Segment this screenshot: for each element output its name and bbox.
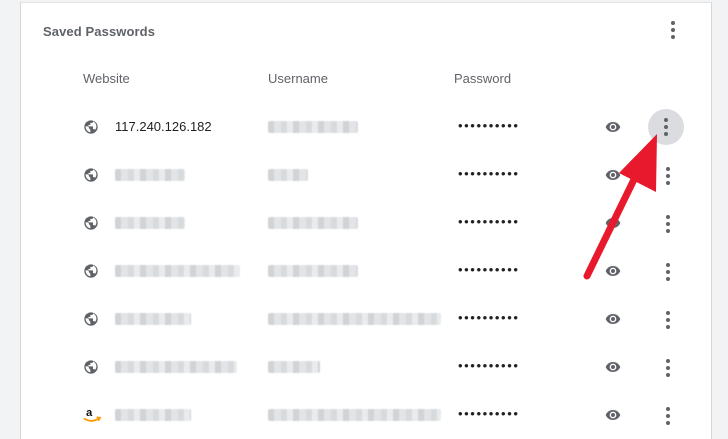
column-header-website: Website [83,71,130,86]
username-redacted [268,169,308,181]
username-redacted [268,217,358,229]
password-mask: •••••••••• [458,118,520,133]
amazon-icon: a [83,407,101,422]
username-redacted [268,265,358,277]
show-password-icon[interactable] [603,311,623,327]
more-vert-icon [666,166,670,187]
username-redacted [268,121,358,133]
row-website: 117.240.126.182 [115,119,212,134]
section-more-actions-button[interactable] [662,19,684,41]
globe-icon [84,312,98,326]
password-mask: •••••••••• [458,358,520,373]
website-redacted [115,169,185,181]
password-row: •••••••••• [20,247,710,295]
show-password-icon[interactable] [603,167,623,183]
show-password-icon[interactable] [603,407,623,423]
password-mask: •••••••••• [458,262,520,277]
globe-icon [84,264,98,278]
username-redacted [268,409,441,421]
username-redacted [268,361,320,373]
row-more-actions-button[interactable] [653,353,683,383]
section-title: Saved Passwords [43,24,156,39]
globe-icon [84,168,98,182]
show-password-icon[interactable] [603,359,623,375]
password-row: •••••••••• [20,295,710,343]
row-more-actions-button[interactable] [648,109,684,145]
username-redacted [268,313,441,325]
password-mask: •••••••••• [458,406,520,421]
website-redacted [115,265,240,277]
password-row: 117.240.126.182 •••••••••• [20,103,710,151]
globe-icon [84,360,98,374]
website-redacted [115,361,237,373]
more-vert-icon [666,214,670,235]
row-more-actions-button[interactable] [653,209,683,239]
password-row: •••••••••• [20,199,710,247]
password-mask: •••••••••• [458,214,520,229]
row-more-actions-button[interactable] [653,401,683,431]
website-redacted [115,409,191,421]
website-redacted [115,313,191,325]
show-password-icon[interactable] [603,215,623,231]
show-password-icon[interactable] [603,263,623,279]
website-redacted [115,217,185,229]
more-vert-icon [666,406,670,427]
globe-icon [84,216,98,230]
password-mask: •••••••••• [458,310,520,325]
password-row: •••••••••• [20,343,710,391]
more-vert-icon [664,117,668,138]
password-mask: •••••••••• [458,166,520,181]
row-more-actions-button[interactable] [653,257,683,287]
more-vert-icon [666,310,670,331]
svg-text:a: a [86,407,93,419]
column-header-password: Password [454,71,512,86]
password-row: a •••••••••• [20,391,710,439]
show-password-icon[interactable] [603,119,623,135]
globe-icon [84,120,98,134]
more-vert-icon [671,20,675,41]
more-vert-icon [666,262,670,283]
row-more-actions-button[interactable] [653,305,683,335]
row-more-actions-button[interactable] [653,161,683,191]
password-row: •••••••••• [20,151,710,199]
more-vert-icon [666,358,670,379]
column-header-username: Username [268,71,328,86]
